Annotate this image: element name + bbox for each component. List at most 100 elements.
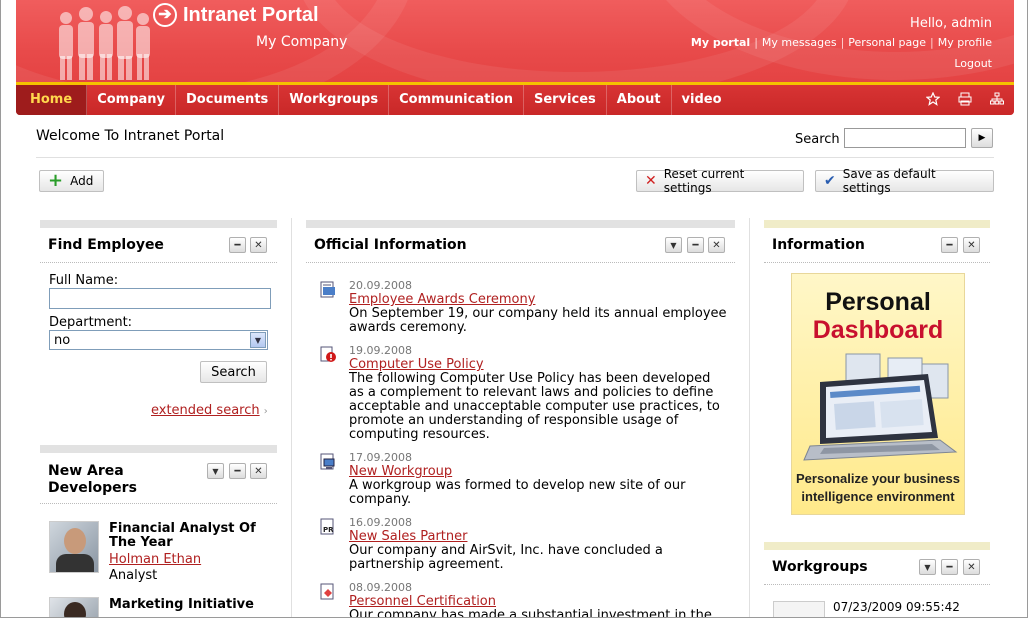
- minimize-button[interactable]: ━: [941, 559, 958, 575]
- close-button[interactable]: ✕: [963, 559, 980, 575]
- save-default-button[interactable]: ✔ Save as default settings: [815, 167, 994, 195]
- close-button[interactable]: ✕: [708, 237, 725, 253]
- dropdown-button[interactable]: ▼: [919, 559, 936, 575]
- page-title: Welcome To Intranet Portal: [36, 128, 225, 144]
- dropdown-button[interactable]: ▼: [207, 463, 224, 479]
- logout-link[interactable]: Logout: [954, 57, 992, 70]
- news-title-link[interactable]: Computer Use Policy: [349, 358, 729, 372]
- browser-frame: ➔ Intranet Portal My Company Hello, admi…: [0, 0, 1028, 618]
- reset-settings-button[interactable]: ✕ Reset current settings: [636, 167, 804, 195]
- nav-services[interactable]: Services: [524, 85, 607, 115]
- user-links: My portal | My messages | Personal page | My p…: [690, 36, 992, 49]
- nav-about[interactable]: About: [607, 85, 672, 115]
- employee-search-button[interactable]: Search: [200, 361, 267, 383]
- employee-role: Analyst: [109, 568, 158, 583]
- avatar: [49, 597, 99, 617]
- nav-video[interactable]: video: [672, 85, 732, 115]
- banner-caption-line1: Personalize your business: [795, 471, 960, 486]
- close-button[interactable]: ✕: [250, 463, 267, 479]
- link-personal-page[interactable]: Personal page: [848, 36, 926, 49]
- checkmark-icon: ✔: [824, 173, 836, 189]
- people-silhouette-icon: [59, 6, 150, 80]
- document-icon: [320, 281, 335, 298]
- chevron-down-icon: ▼: [670, 240, 677, 250]
- extended-search-label: extended search: [151, 403, 260, 418]
- add-button[interactable]: + Add: [39, 170, 104, 192]
- new-area-title-line1: New Area: [48, 463, 124, 479]
- banner-title-line1: Personal: [825, 288, 931, 316]
- panel-divider: [764, 584, 990, 585]
- employee-name-link[interactable]: Holman Ethan: [109, 552, 201, 567]
- news-date: 08.09.2008: [349, 581, 412, 594]
- nav-home[interactable]: Home: [16, 85, 88, 115]
- sitemap-icon[interactable]: [990, 92, 1004, 106]
- panel-top-bar: [764, 542, 990, 550]
- panel-top-bar: [40, 445, 277, 453]
- dashboard-banner[interactable]: Personal Dashboard Personalize your busi…: [791, 273, 965, 515]
- link-my-profile[interactable]: My profile: [938, 36, 992, 49]
- greeting: Hello, admin: [910, 16, 992, 31]
- close-icon: ✕: [254, 239, 263, 251]
- chevron-right-icon: ›: [263, 406, 268, 417]
- panel-divider: [40, 503, 277, 504]
- nav-communication[interactable]: Communication: [389, 85, 524, 115]
- news-text: Our company has made a substantial inves…: [349, 608, 712, 618]
- minimize-button[interactable]: ━: [687, 237, 704, 253]
- save-label: Save as default settings: [842, 167, 936, 195]
- close-button[interactable]: ✕: [250, 237, 267, 253]
- column-divider: [291, 218, 292, 617]
- star-icon[interactable]: [926, 92, 940, 106]
- minus-icon: ━: [946, 561, 953, 573]
- department-label: Department:: [49, 315, 133, 330]
- nav-workgroups[interactable]: Workgroups: [279, 85, 390, 115]
- news-title-link[interactable]: New Workgroup: [349, 465, 729, 479]
- search-go-button[interactable]: ▶: [971, 128, 993, 148]
- computer-icon: [320, 453, 335, 470]
- news-text: Our company and AirSvit, Inc. have concl…: [349, 543, 663, 572]
- laptop-icon: [803, 353, 958, 461]
- panel-top-bar: [764, 220, 990, 228]
- minimize-button[interactable]: ━: [941, 237, 958, 253]
- employee-award-title: Marketing Initiative: [109, 597, 254, 612]
- x-icon: ✕: [645, 173, 657, 189]
- new-area-title-line2: Developers: [48, 480, 137, 496]
- link-my-portal[interactable]: My portal: [691, 36, 750, 49]
- logo[interactable]: ➔ Intranet Portal: [153, 3, 319, 27]
- workgroup-timestamp: 07/23/2009 09:55:42: [833, 600, 960, 614]
- pr-icon: PR: [320, 518, 334, 535]
- employee-search-label: Search: [211, 364, 256, 380]
- nav-icons: [926, 92, 1004, 106]
- chevron-down-icon: ▼: [250, 332, 266, 348]
- minimize-button[interactable]: ━: [229, 237, 246, 253]
- news-date: 17.09.2008: [349, 451, 412, 464]
- full-name-field[interactable]: [49, 288, 271, 309]
- news-date: 20.09.2008: [349, 279, 412, 292]
- news-date: 19.09.2008: [349, 344, 412, 357]
- extended-search-link[interactable]: extended search ›: [151, 403, 268, 418]
- certificate-icon: [320, 583, 334, 600]
- close-button[interactable]: ✕: [963, 237, 980, 253]
- award-title-line2: The Year: [109, 535, 173, 550]
- news-text: The following Computer Use Policy has be…: [349, 371, 720, 442]
- news-item: 20.09.2008 Employee Awards Ceremony On S…: [349, 279, 729, 335]
- minus-icon: ━: [946, 239, 953, 251]
- chevron-down-icon: ▼: [924, 562, 931, 572]
- information-title: Information: [772, 237, 865, 253]
- print-icon[interactable]: [958, 92, 972, 106]
- warning-icon: [320, 346, 336, 362]
- department-select[interactable]: no ▼: [49, 330, 268, 350]
- link-my-messages[interactable]: My messages: [762, 36, 837, 49]
- minimize-button[interactable]: ━: [229, 463, 246, 479]
- search-input[interactable]: [844, 128, 966, 148]
- news-title-link[interactable]: New Sales Partner: [349, 530, 729, 544]
- panel-divider: [306, 262, 735, 263]
- header: ➔ Intranet Portal My Company Hello, admi…: [16, 0, 1014, 115]
- news-title-link[interactable]: Employee Awards Ceremony: [349, 293, 729, 307]
- close-icon: ✕: [967, 239, 976, 251]
- dropdown-button[interactable]: ▼: [665, 237, 682, 253]
- nav-company[interactable]: Company: [87, 85, 177, 115]
- svg-text:PR: PR: [323, 526, 334, 534]
- minus-icon: ━: [234, 239, 241, 251]
- nav-documents[interactable]: Documents: [176, 85, 280, 115]
- news-title-link[interactable]: Personnel Certification: [349, 595, 729, 609]
